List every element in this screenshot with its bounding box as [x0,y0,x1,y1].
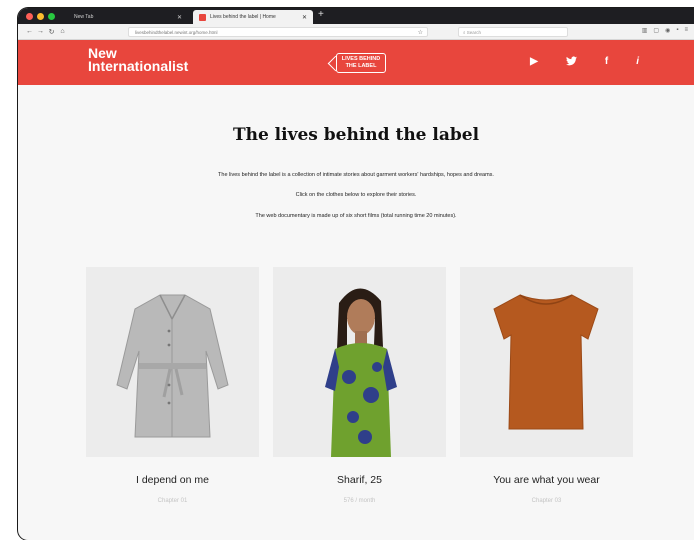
card-title: Sharif, 25 [337,474,382,486]
story-card-tshirt[interactable]: You are what you wear Chapter 03 [460,267,633,504]
sidebar-icon[interactable]: ▢ [653,27,659,34]
toolbar-icons: ▥ ▢ ◉ ▪ ≡ [642,27,688,34]
instruction-text: Click on the clothes below to explore th… [295,192,417,198]
page-title: The lives behind the label [232,125,480,145]
card-title: You are what you wear [493,474,600,486]
tab-label: New Tab [74,14,94,20]
browser-window: New Tab ✕ Lives behind the label | Home … [18,8,694,540]
card-subtitle: 576 / month [343,498,376,504]
new-tab-button[interactable]: + [318,9,324,20]
story-card-sharif[interactable]: Sharif, 25 576 / month [273,267,446,504]
social-links: ▶ f i [530,56,639,69]
tshirt-illustration [493,294,599,430]
search-input[interactable]: ⌕ Search [458,27,568,37]
card-title: I depend on me [136,474,209,486]
play-icon[interactable]: ▶ [530,56,538,69]
search-placeholder: Search [466,29,482,35]
reload-icon[interactable]: ↻ [46,28,57,36]
tab-label: Lives behind the label | Home [210,14,276,20]
runtime-text: The web documentary is made up of six sh… [255,213,457,219]
close-tab-icon[interactable]: ✕ [302,14,307,21]
navigation-bar: ← → ↻ ⌂ livesbehindthelabel.newint.org/h… [18,24,694,40]
tab-strip: New Tab ✕ Lives behind the label | Home … [18,8,694,24]
badge-line-2: THE LABEL [345,63,377,69]
url-text: livesbehindthelabel.newint.org/home.html [135,29,218,35]
card-subtitle: Chapter 03 [531,498,562,504]
coat-illustration [116,294,229,438]
forward-icon[interactable]: → [35,28,46,36]
story-card-coat[interactable]: I depend on me Chapter 01 [86,267,259,504]
window-controls [26,13,55,20]
back-icon[interactable]: ← [24,28,35,36]
sharif-portrait[interactable] [273,267,446,457]
tshirt-image[interactable] [460,267,633,457]
twitter-icon[interactable] [565,56,577,69]
close-window-button[interactable] [26,13,33,20]
minimize-window-button[interactable] [37,13,44,20]
shield-icon[interactable]: ◉ [665,27,670,34]
home-icon[interactable]: ⌂ [57,28,68,36]
portrait-illustration [325,288,397,457]
address-bar[interactable]: livesbehindthelabel.newint.org/home.html… [128,27,428,37]
card-subtitle: Chapter 01 [157,498,188,504]
menu-icon[interactable]: ≡ [684,27,688,34]
facebook-icon[interactable]: f [605,56,608,69]
tab-new-tab[interactable]: New Tab ✕ [68,10,188,24]
info-icon[interactable]: i [636,56,639,69]
badge-line-1: LIVES BEHIND [341,56,381,62]
bookmark-star-icon[interactable]: ☆ [418,29,427,36]
close-tab-icon[interactable]: ✕ [177,14,182,21]
intro-paragraph: The lives behind the label is a collecti… [218,172,494,178]
tab-active[interactable]: Lives behind the label | Home ✕ [193,10,313,24]
extension-icon[interactable]: ▪ [676,27,678,34]
main-content: The lives behind the label The lives beh… [18,85,694,525]
zoom-window-button[interactable] [48,13,55,20]
logo-line-2: Internationalist [88,58,189,74]
site-header: New Internationalist LIVES BEHIND THE LA… [18,40,694,85]
lives-behind-label-badge[interactable]: LIVES BEHIND THE LABEL [336,53,386,73]
library-icon[interactable]: ▥ [642,27,648,34]
site-logo[interactable]: New Internationalist [88,46,189,74]
favicon-icon [199,13,206,21]
coat-image[interactable] [86,267,259,457]
